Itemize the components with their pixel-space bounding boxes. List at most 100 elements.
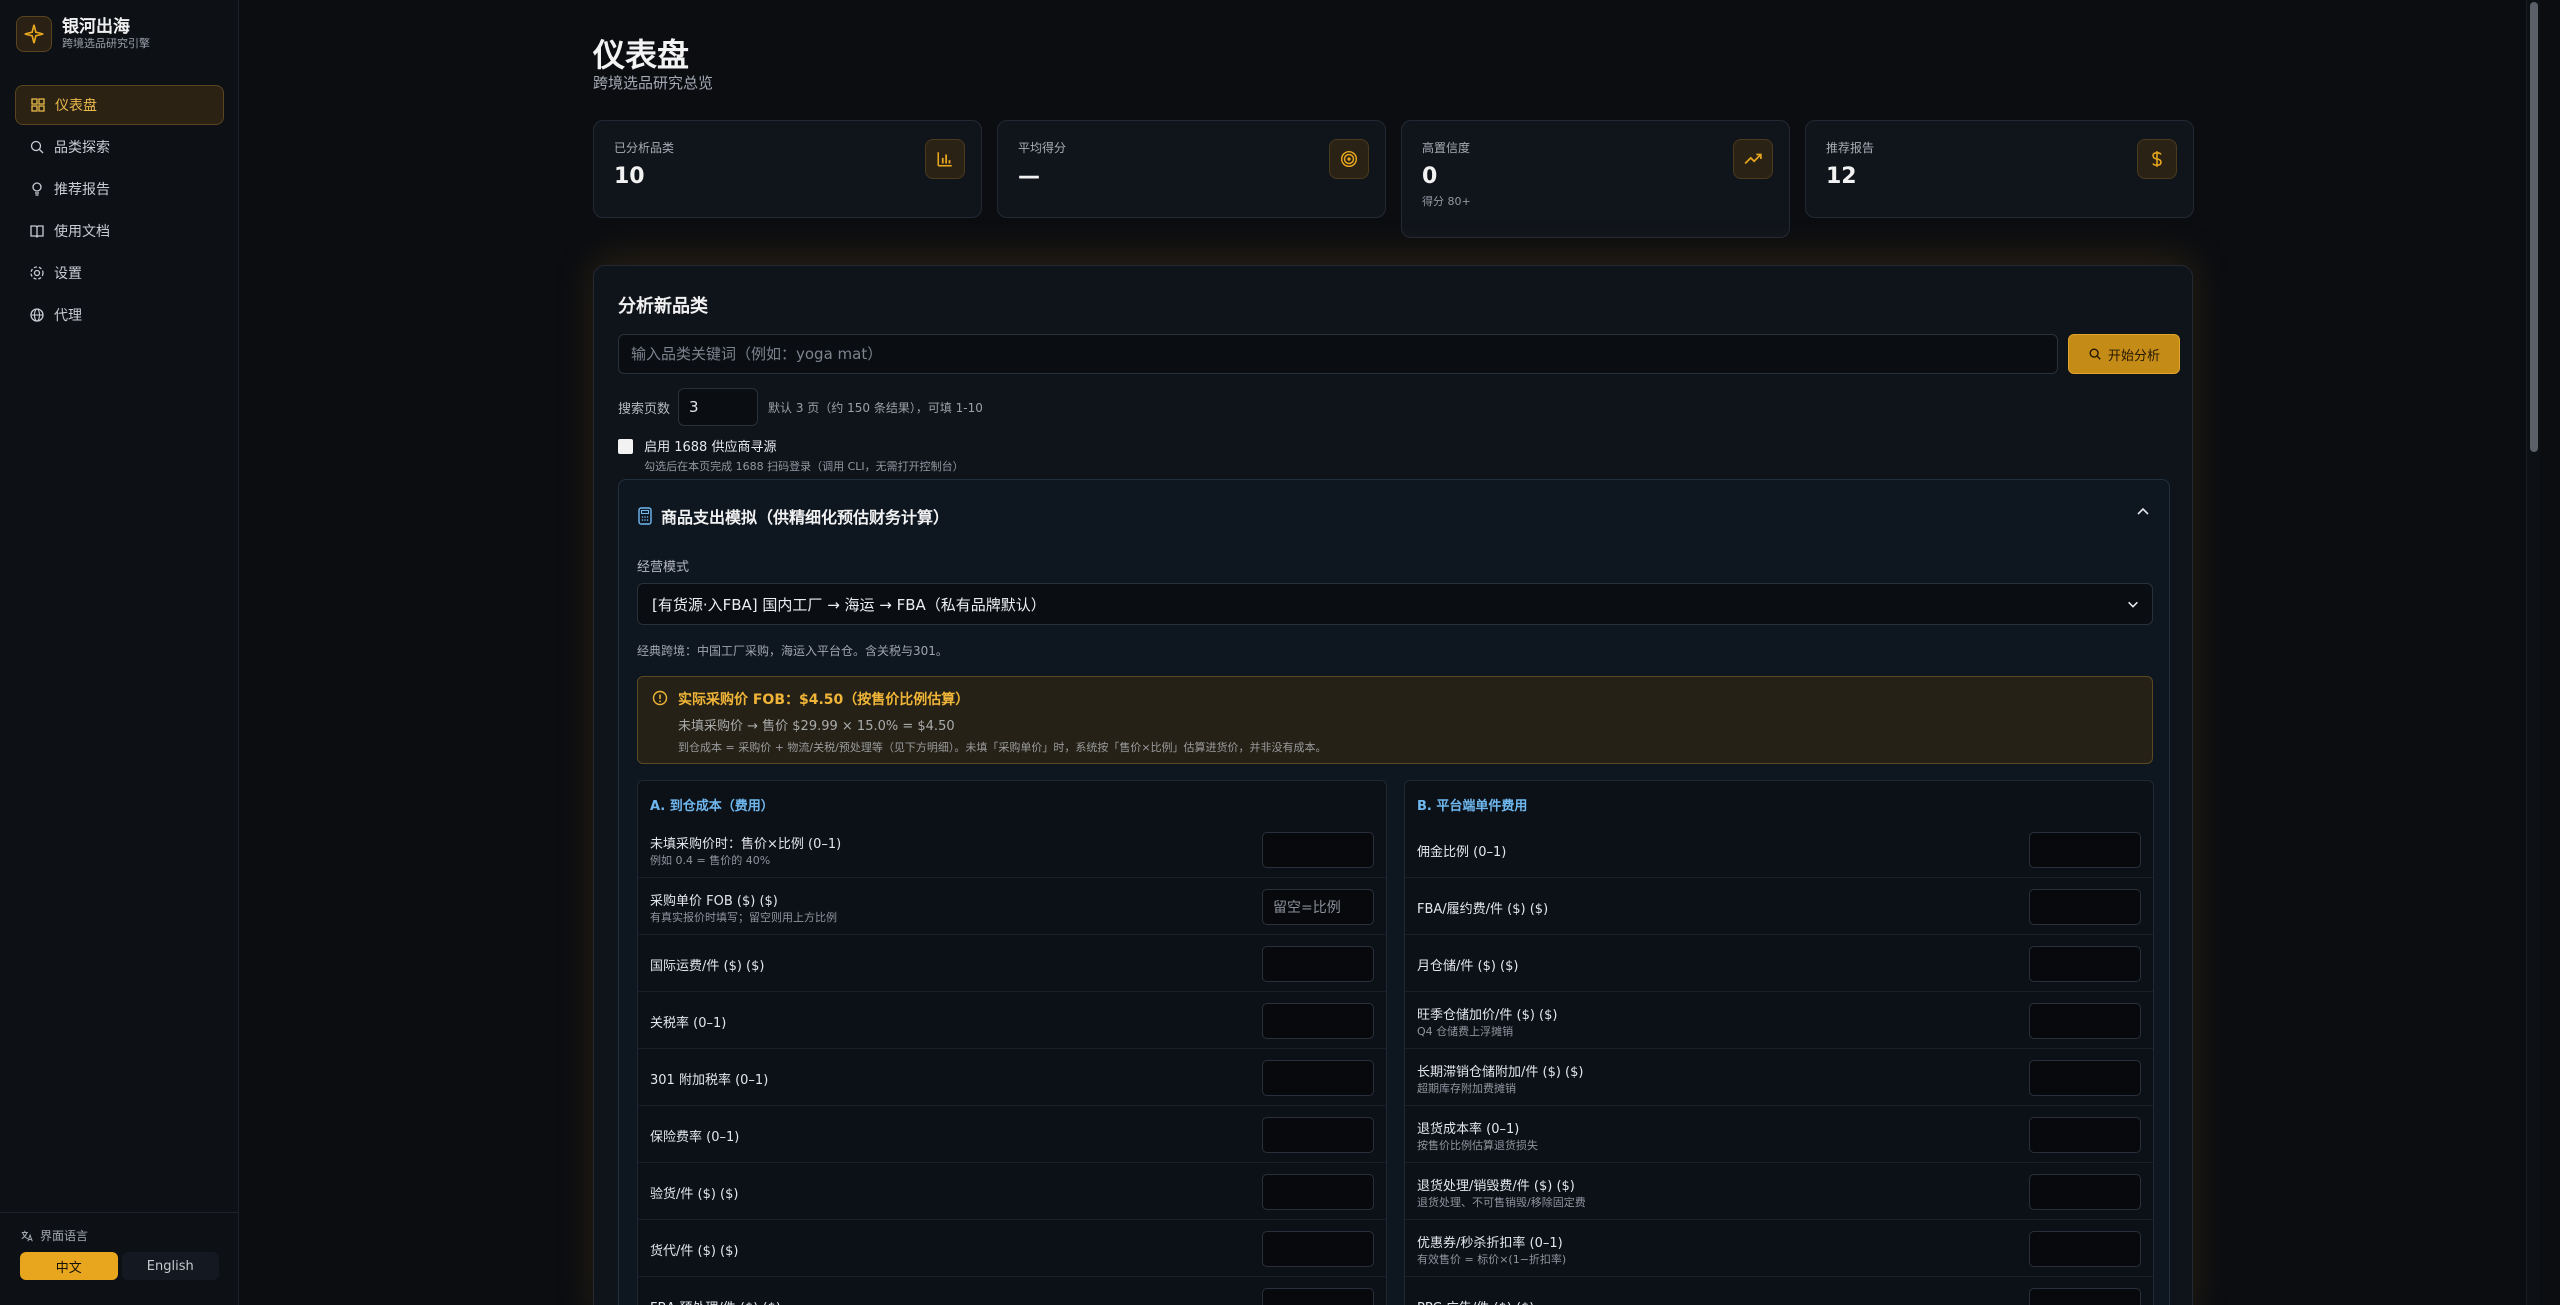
sparkle-logo-icon [16, 16, 52, 52]
pages-input[interactable] [678, 388, 759, 426]
language-switcher: 界面语言 中文 English [0, 1212, 239, 1280]
translate-icon [21, 1230, 33, 1241]
field-input[interactable]: 留空=比例 [1262, 889, 1374, 925]
trending-up-icon [1733, 139, 1773, 179]
section-title: B. 平台端单件费用 [1417, 799, 1528, 814]
lightbulb-icon [32, 182, 42, 196]
analyze-title: 分析新品类 [618, 296, 708, 317]
stat-value: 10 [614, 164, 645, 189]
field-input[interactable] [2029, 832, 2141, 868]
field-hint: 退货处理、不可售销毁/移除固定费 [1417, 1196, 1586, 1209]
analyze-panel: 分析新品类 开始分析 搜索页数 默认 3 页（约 150 条结果），可填 1-1… [593, 265, 2193, 1305]
field-label: FBA 预处理/件 ($) ($) [650, 1297, 781, 1305]
field-label: 采购单价 FOB ($) ($) [650, 894, 778, 909]
calculator-icon [638, 507, 652, 525]
stat-value: — [1018, 164, 1040, 189]
cost-simulation-header[interactable]: 商品支出模拟（供精细化预估财务计算） [637, 504, 949, 528]
field-label: 货代/件 ($) ($) [650, 1244, 739, 1259]
target-icon [1329, 139, 1369, 179]
sidebar-item-reports[interactable]: 推荐报告 [15, 169, 224, 209]
stat-label: 高置信度 [1422, 141, 1471, 155]
field-input[interactable] [1262, 946, 1374, 982]
field-label: 301 附加税率 (0–1) [650, 1073, 769, 1088]
language-label: 界面语言 [40, 1229, 89, 1243]
pages-hint: 默认 3 页（约 150 条结果），可填 1-10 [768, 400, 983, 415]
field-input[interactable] [2029, 889, 2141, 925]
stat-card-analyzed: 已分析品类 10 [593, 120, 982, 218]
sidebar-nav: 仪表盘 品类探索 推荐报告 使用文档 设置 代理 [15, 85, 224, 337]
fob-estimate-formula: 未填采购价 → 售价 $29.99 × 15.0% = $4.50 [678, 719, 955, 734]
field-input[interactable] [2029, 1174, 2141, 1210]
keyword-input[interactable] [618, 334, 2058, 374]
field-input[interactable] [2029, 1288, 2141, 1305]
mode-label: 经营模式 [637, 560, 690, 575]
cost-simulation-title: 商品支出模拟（供精细化预估财务计算） [661, 508, 950, 527]
field-label: 国际运费/件 ($) ($) [650, 959, 765, 974]
sidebar-item-settings[interactable]: 设置 [15, 253, 224, 293]
page-title: 仪表盘 [593, 36, 690, 74]
supplier-sourcing-title: 启用 1688 供应商寻源 [644, 440, 777, 455]
field-row: 退货成本率 (0–1) 按售价比例估算退货损失 [1405, 1106, 2153, 1163]
supplier-sourcing-checkbox[interactable] [618, 439, 633, 454]
field-row: 保险费率 (0–1) [638, 1106, 1386, 1163]
field-row: 关税率 (0–1) [638, 992, 1386, 1049]
sidebar-item-proxy[interactable]: 代理 [15, 295, 224, 335]
field-input[interactable] [1262, 1231, 1374, 1267]
field-input[interactable] [1262, 832, 1374, 868]
globe-icon [30, 308, 44, 322]
field-row: 301 附加税率 (0–1) [638, 1049, 1386, 1106]
field-row: 退货处理/销毁费/件 ($) ($) 退货处理、不可售销毁/移除固定费 [1405, 1163, 2153, 1220]
landed-cost-section: A. 到仓成本（费用） 未填采购价时：售价×比例 (0–1) 例如 0.4 = … [637, 780, 1387, 1305]
sidebar-item-docs[interactable]: 使用文档 [15, 211, 224, 251]
book-icon [30, 225, 44, 238]
brand[interactable]: 银河出海 跨境选品研究引擎 [16, 16, 150, 52]
field-label: FBA/履约费/件 ($) ($) [1417, 902, 1549, 917]
page-scrollbar[interactable] [2526, 0, 2540, 1305]
field-hint: 有真实报价时填写；留空则用上方比例 [650, 911, 837, 924]
main-content: 仪表盘 跨境选品研究总览 已分析品类 10 平均得分 — 高置信度 0 得分 8… [240, 0, 2540, 1305]
field-label: 退货处理/销毁费/件 ($) ($) [1417, 1179, 1575, 1194]
field-input[interactable] [1262, 1003, 1374, 1039]
alert-circle-icon [652, 690, 668, 706]
field-label: 保险费率 (0–1) [650, 1130, 740, 1145]
field-hint: 按售价比例估算退货损失 [1417, 1139, 1538, 1152]
stat-card-high-confidence: 高置信度 0 得分 80+ [1401, 120, 1790, 238]
section-title: A. 到仓成本（费用） [650, 799, 774, 814]
field-row: 月仓储/件 ($) ($) [1405, 935, 2153, 992]
business-mode-select[interactable]: [有货源·入FBA] 国内工厂 → 海运 → FBA（私有品牌默认） [637, 583, 2153, 625]
field-hint: 例如 0.4 = 售价的 40% [650, 854, 771, 867]
field-input[interactable] [2029, 1117, 2141, 1153]
scrollbar-thumb[interactable] [2530, 2, 2538, 452]
field-input[interactable] [2029, 1003, 2141, 1039]
start-analysis-button[interactable]: 开始分析 [2068, 334, 2180, 374]
chevron-up-icon[interactable] [2135, 504, 2151, 524]
sidebar-item-dashboard[interactable]: 仪表盘 [15, 85, 224, 125]
field-row: 国际运费/件 ($) ($) [638, 935, 1386, 992]
sidebar-item-label: 推荐报告 [54, 182, 110, 198]
dollar-icon [2137, 139, 2177, 179]
gear-icon [30, 266, 44, 280]
sidebar-item-label: 代理 [54, 308, 82, 324]
field-input[interactable] [1262, 1117, 1374, 1153]
field-input[interactable] [1262, 1288, 1374, 1305]
sidebar: 银河出海 跨境选品研究引擎 仪表盘 品类探索 推荐报告 使用文档 设置 代理 界… [0, 0, 239, 1305]
fob-estimate-note: 到仓成本 = 采购价 + 物流/关税/预处理等（见下方明细）。未填「采购单价」时… [678, 741, 1327, 754]
sidebar-item-explore[interactable]: 品类探索 [15, 127, 224, 167]
brand-name: 银河出海 [62, 17, 130, 37]
field-label: 未填采购价时：售价×比例 (0–1) [650, 837, 842, 852]
field-label: 长期滞销仓储附加/件 ($) ($) [1417, 1065, 1584, 1080]
stat-label: 平均得分 [1018, 141, 1067, 155]
field-input[interactable] [2029, 1060, 2141, 1096]
brand-subtitle: 跨境选品研究引擎 [62, 37, 150, 50]
field-input[interactable] [2029, 946, 2141, 982]
business-mode-value: [有货源·入FBA] 国内工厂 → 海运 → FBA（私有品牌默认） [652, 595, 1046, 614]
field-input[interactable] [1262, 1060, 1374, 1096]
lang-zh-button[interactable]: 中文 [20, 1252, 118, 1280]
fob-estimate-title: 实际采购价 FOB：$4.50（按售价比例估算） [678, 692, 970, 708]
lang-en-button[interactable]: English [121, 1252, 219, 1280]
field-label: 关税率 (0–1) [650, 1016, 727, 1031]
chevron-down-icon [2128, 601, 2138, 608]
field-input[interactable] [1262, 1174, 1374, 1210]
field-input[interactable] [2029, 1231, 2141, 1267]
field-row: 佣金比例 (0–1) [1405, 821, 2153, 878]
